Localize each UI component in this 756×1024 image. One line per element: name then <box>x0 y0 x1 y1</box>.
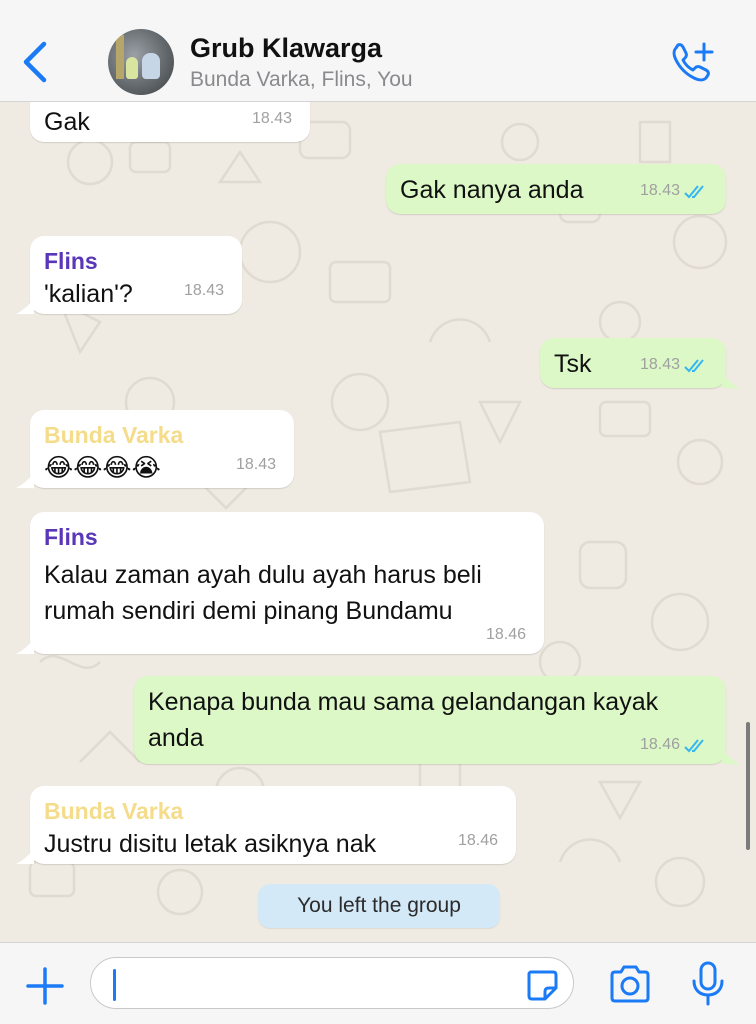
phone-add-icon <box>672 42 714 82</box>
group-avatar[interactable] <box>108 29 174 95</box>
back-button[interactable] <box>18 40 54 84</box>
avatar-figure <box>142 53 160 79</box>
message-time: 18.43 <box>251 110 292 127</box>
message-bubble-outgoing[interactable]: Tsk 18.43 <box>540 338 726 388</box>
message-bubble-incoming[interactable]: Bunda Varka Justru disitu letak asiknya … <box>30 786 516 864</box>
bubble-tail <box>16 298 34 314</box>
message-input-container[interactable] <box>90 957 574 1009</box>
bubble-tail <box>16 848 34 864</box>
message-list[interactable]: Gak 18.43 Gak nanya anda 18.43 Flins 'ka… <box>0 102 756 942</box>
chat-header: Grub Klawarga Bunda Varka, Flins, You <box>0 0 756 102</box>
message-text-line: anda <box>148 724 204 752</box>
message-sender[interactable]: Bunda Varka <box>44 422 280 449</box>
message-sender[interactable]: Bunda Varka <box>44 798 502 825</box>
message-bubble-outgoing[interactable]: Gak nanya anda 18.43 <box>386 164 726 214</box>
sticker-icon <box>527 970 558 1001</box>
message-bubble-incoming[interactable]: Bunda Varka 😂😂😂😭 18.43 <box>30 410 294 488</box>
group-members[interactable]: Bunda Varka, Flins, You <box>190 68 413 92</box>
read-ticks-icon <box>684 359 704 373</box>
bubble-tail <box>16 472 34 488</box>
message-time: 18.43 <box>235 456 276 473</box>
scrollbar[interactable] <box>746 722 750 850</box>
microphone-icon <box>692 961 724 1006</box>
message-sender[interactable]: Flins <box>44 524 530 551</box>
message-time: 18.43 <box>183 282 224 299</box>
message-input[interactable] <box>115 966 515 1002</box>
message-bubble-incoming[interactable]: Flins Kalau zaman ayah dulu ayah harus b… <box>30 512 544 654</box>
microphone-button[interactable] <box>690 961 726 1007</box>
message-text-line: Kalau zaman ayah dulu ayah harus beli <box>44 561 482 589</box>
message-time: 18.46 <box>457 832 498 849</box>
message-time: 18.43 <box>639 182 680 199</box>
message-bubble-incoming[interactable]: Flins 'kalian'? 18.43 <box>30 236 242 314</box>
add-call-button[interactable] <box>668 40 716 84</box>
message-text-line: Kenapa bunda mau sama gelandangan kayak <box>148 688 659 716</box>
read-ticks-icon <box>684 739 704 753</box>
composer-bar <box>0 942 756 1024</box>
message-bubble-outgoing[interactable]: Kenapa bunda mau sama gelandangan kayak … <box>134 676 726 764</box>
message-time: 18.43 <box>639 356 680 373</box>
message-time: 18.46 <box>639 736 680 753</box>
sticker-button[interactable] <box>525 968 559 1002</box>
message-text-line: rumah sendiri demi pinang Bundamu <box>44 597 453 625</box>
message-time: 18.46 <box>485 626 526 643</box>
message-sender[interactable]: Flins <box>44 248 228 275</box>
system-message: You left the group <box>258 884 500 928</box>
bubble-tail <box>722 748 740 764</box>
chevron-left-icon <box>23 41 47 83</box>
camera-icon <box>610 965 650 1003</box>
attach-button[interactable] <box>24 965 66 1007</box>
camera-button[interactable] <box>608 965 652 1005</box>
message-text: Justru disitu letak asiknya nak <box>44 830 377 858</box>
message-bubble-incoming[interactable]: Gak 18.43 <box>30 102 310 142</box>
plus-icon <box>26 967 64 1005</box>
bubble-tail <box>16 638 34 654</box>
avatar-figure <box>116 35 124 79</box>
bubble-tail <box>722 372 740 388</box>
group-title[interactable]: Grub Klawarga <box>190 33 382 64</box>
read-ticks-icon <box>684 185 704 199</box>
avatar-figure <box>126 57 138 79</box>
